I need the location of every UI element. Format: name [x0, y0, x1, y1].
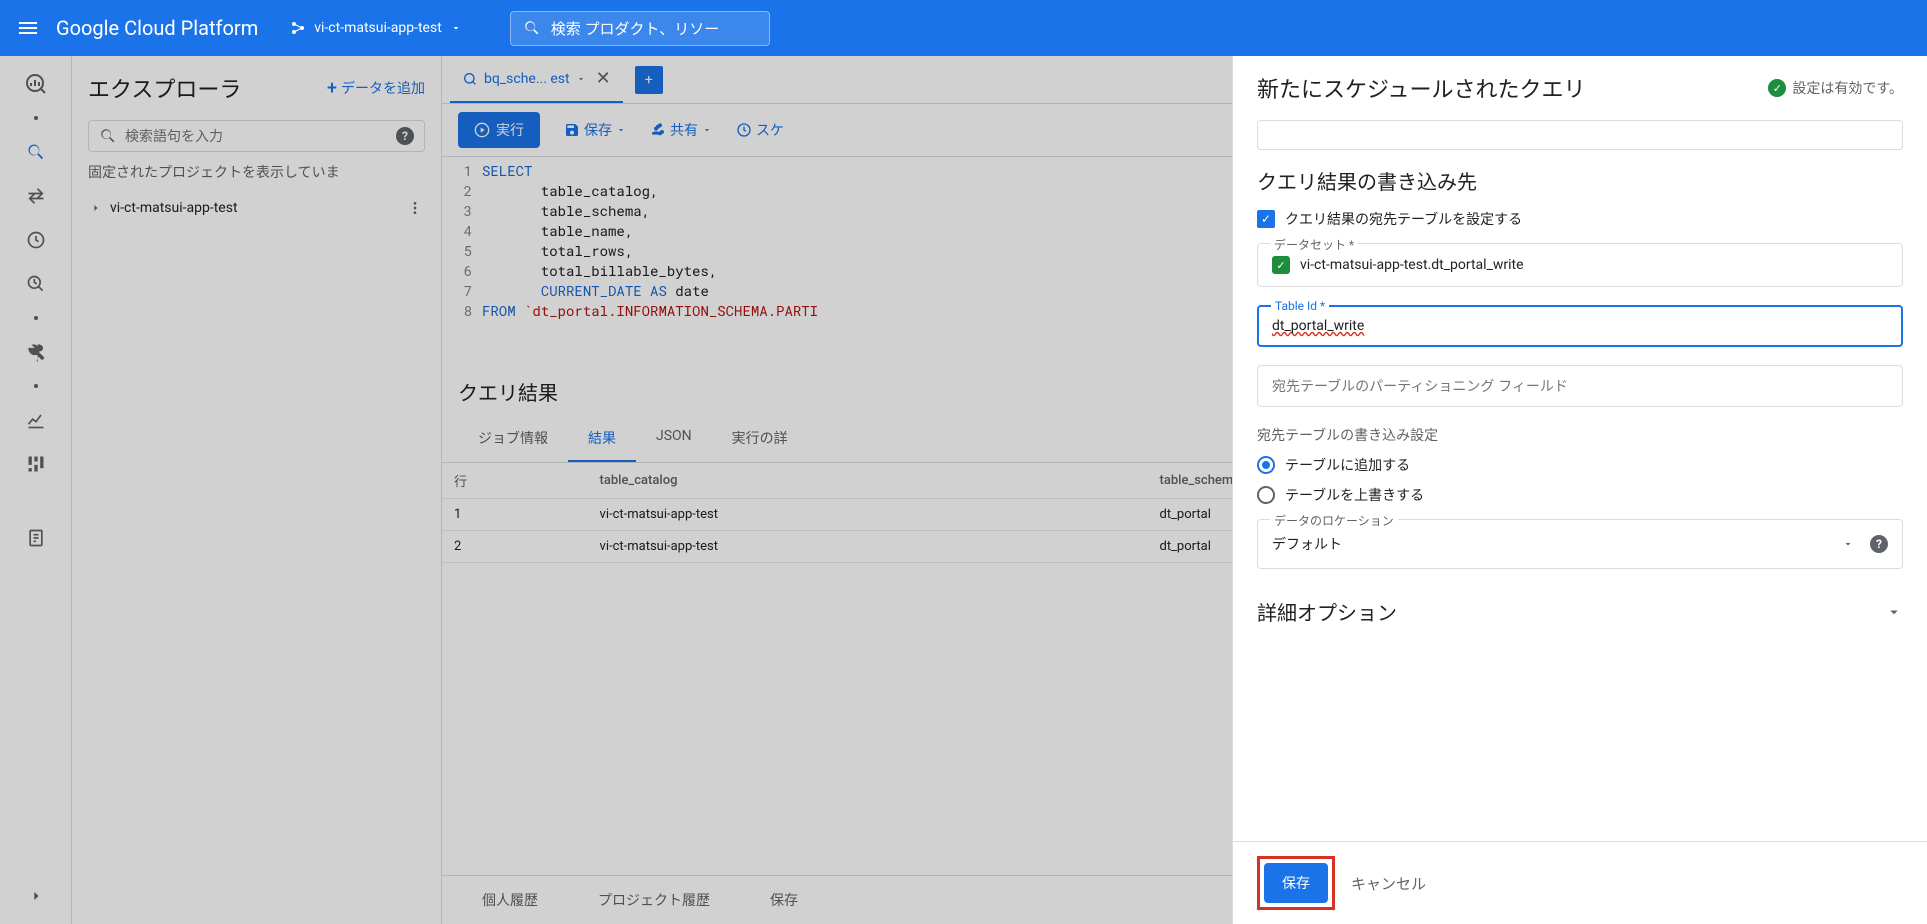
- set-destination-checkbox-row[interactable]: ✓ クエリ結果の宛先テーブルを設定する: [1257, 209, 1903, 229]
- destination-section-title: クエリ結果の書き込み先: [1257, 166, 1903, 195]
- dropdown-icon: [450, 22, 462, 34]
- dataset-field[interactable]: データセット * ✓ vi-ct-matsui-app-test.dt_port…: [1257, 243, 1903, 287]
- save-button-highlight: 保存: [1257, 856, 1335, 910]
- table-id-value[interactable]: dt_portal_write: [1272, 318, 1364, 334]
- help-icon[interactable]: ?: [1870, 535, 1888, 553]
- app-header: Google Cloud Platform vi-ct-matsui-app-t…: [0, 0, 1927, 56]
- panel-footer: 保存 キャンセル: [1233, 841, 1927, 924]
- project-name: vi-ct-matsui-app-test: [314, 20, 442, 36]
- location-label: データのロケーション: [1270, 512, 1398, 529]
- partition-input[interactable]: [1272, 378, 1888, 394]
- collapsed-section[interactable]: [1257, 120, 1903, 150]
- radio-append-row[interactable]: テーブルに追加する: [1257, 455, 1903, 475]
- location-select[interactable]: データのロケーション デフォルト ?: [1257, 519, 1903, 569]
- table-id-field[interactable]: Table Id * dt_portal_write: [1257, 305, 1903, 347]
- location-value: デフォルト: [1272, 534, 1342, 554]
- valid-status: ✓ 設定は有効です。: [1768, 78, 1903, 98]
- check-circle-icon: ✓: [1768, 79, 1786, 97]
- save-button[interactable]: 保存: [1264, 863, 1328, 903]
- project-selector[interactable]: vi-ct-matsui-app-test: [282, 16, 470, 40]
- schedule-query-panel: 新たにスケジュールされたクエリ ✓ 設定は有効です。 クエリ結果の書き込み先 ✓…: [1232, 56, 1927, 924]
- hamburger-menu-icon[interactable]: [16, 16, 40, 40]
- radio-overwrite-row[interactable]: テーブルを上書きする: [1257, 485, 1903, 505]
- valid-check-icon: ✓: [1272, 256, 1290, 274]
- partition-field[interactable]: [1257, 365, 1903, 407]
- checkbox-label: クエリ結果の宛先テーブルを設定する: [1285, 209, 1522, 229]
- radio-label: テーブルに追加する: [1285, 455, 1410, 475]
- global-search[interactable]: 検索 プロダクト、リソー: [510, 11, 770, 46]
- cancel-button[interactable]: キャンセル: [1351, 873, 1426, 894]
- dataset-label: データセット *: [1270, 236, 1358, 253]
- search-icon: [523, 19, 541, 37]
- search-placeholder: 検索 プロダクト、リソー: [551, 18, 719, 39]
- panel-title: 新たにスケジュールされたクエリ: [1257, 72, 1585, 104]
- write-pref-label: 宛先テーブルの書き込み設定: [1257, 425, 1903, 445]
- advanced-title: 詳細オプション: [1257, 597, 1397, 626]
- gcp-logo[interactable]: Google Cloud Platform: [56, 16, 258, 40]
- radio-unchecked-icon[interactable]: [1257, 486, 1275, 504]
- radio-checked-icon[interactable]: [1257, 456, 1275, 474]
- advanced-options-section[interactable]: 詳細オプション: [1257, 587, 1903, 636]
- table-id-label: Table Id *: [1271, 299, 1329, 313]
- dataset-value: vi-ct-matsui-app-test.dt_portal_write: [1300, 257, 1524, 273]
- radio-label: テーブルを上書きする: [1285, 485, 1424, 505]
- dropdown-icon: [1842, 538, 1854, 550]
- checkbox-checked-icon[interactable]: ✓: [1257, 210, 1275, 228]
- chevron-down-icon: [1885, 603, 1903, 621]
